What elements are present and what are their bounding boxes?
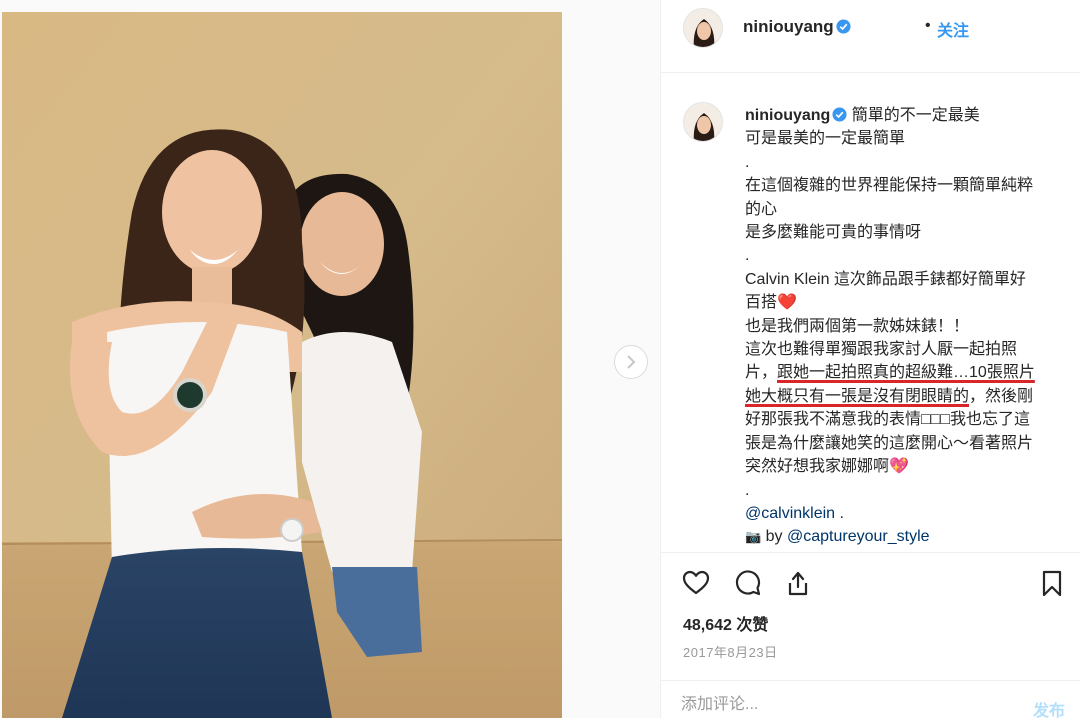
caption-line: @calvinklein .	[745, 502, 1065, 525]
photo-pane	[0, 0, 660, 718]
caption-line: 可是最美的一定最簡單	[745, 130, 906, 148]
like-count[interactable]: 48,642 次赞	[683, 611, 768, 635]
chevron-right-icon	[627, 355, 636, 369]
post-comment-button[interactable]: 发布	[1033, 697, 1065, 721]
caption-line: 張是為什麼讓她笑的這麼開心～看著照片	[745, 434, 1034, 452]
red-heart-emoji: ❤️	[777, 294, 797, 312]
caption-line: 百搭❤️	[745, 291, 1065, 314]
avatar-image	[684, 9, 722, 47]
caption-line: 突然好想我家娜娜啊💖	[745, 455, 1065, 478]
post-photo[interactable]	[2, 12, 562, 718]
follow-separator: •	[925, 17, 931, 34]
comment-button[interactable]	[731, 566, 765, 600]
caption-line: 📷 by @captureyour_style	[745, 525, 1065, 548]
caption-line: 的心	[745, 200, 778, 218]
caption-avatar-image	[684, 103, 722, 141]
caption-line: Calvin Klein 這次飾品跟手錶都好簡單好	[745, 270, 1026, 288]
next-photo-button[interactable]	[614, 345, 648, 379]
mention-link[interactable]: @calvinklein	[745, 505, 835, 522]
highlighted-text: 她大概只有一張是沒有閉眼睛的	[745, 387, 970, 405]
caption-line: .	[745, 247, 750, 265]
caption-text: 百搭	[745, 294, 778, 312]
heart-icon	[682, 570, 710, 595]
comment-icon	[735, 570, 761, 596]
caption-line: 她大概只有一張是沒有閉眼睛的，然後剛	[745, 385, 1065, 408]
caption-text: .	[835, 504, 844, 522]
verified-badge-icon	[832, 107, 847, 122]
divider	[661, 680, 1080, 681]
verified-badge-icon	[836, 19, 851, 34]
caption-line: .	[745, 481, 750, 499]
camera-emoji: 📷	[745, 529, 762, 545]
caption-line: .	[745, 153, 750, 171]
post-panel: niniouyang • 关注 niniouyang 簡單的不一定最美 可是最美…	[660, 0, 1080, 721]
post-photo-image	[2, 12, 562, 718]
share-button[interactable]	[781, 566, 815, 600]
caption-avatar[interactable]	[683, 102, 723, 142]
caption-text: ，然後剛	[969, 387, 1034, 405]
avatar[interactable]	[683, 8, 723, 48]
divider	[661, 552, 1080, 553]
comment-input[interactable]	[681, 692, 981, 718]
caption-text: 片，	[745, 364, 778, 382]
follow-button[interactable]: 关注	[937, 17, 969, 41]
caption-line: 片，跟她一起拍照真的超級難…10張照片	[745, 361, 1065, 384]
caption-username[interactable]: niniouyang	[745, 107, 830, 124]
caption-line: 這次也難得單獨跟我家討人厭一起拍照	[745, 341, 1018, 359]
sparkling-heart-emoji: 💖	[889, 458, 909, 476]
caption-text: 突然好想我家娜娜啊	[745, 458, 890, 476]
header-username[interactable]: niniouyang	[743, 17, 834, 36]
post-date[interactable]: 2017年8月23日	[683, 642, 778, 661]
credit-link[interactable]: @captureyour_style	[787, 528, 930, 545]
caption-line: 也是我們兩個第一款姊妹錶！！	[745, 317, 970, 335]
bookmark-icon	[1042, 570, 1062, 597]
caption-line: 在這個複雜的世界裡能保持一顆簡單純粹	[745, 177, 1034, 195]
post-header: niniouyang • 关注	[661, 0, 1080, 73]
share-icon	[788, 571, 808, 596]
caption-text: by	[761, 528, 787, 546]
highlighted-text: 跟她一起拍照真的超級難…10張照片	[777, 364, 1035, 382]
header-username-row: niniouyang	[743, 17, 851, 37]
caption-line: 是多麼難能可貴的事情呀	[745, 224, 922, 242]
caption-line: 好那張我不滿意我的表情□□□我也忘了這	[745, 411, 1030, 429]
save-button[interactable]	[1035, 566, 1069, 600]
post-caption: niniouyang 簡單的不一定最美 可是最美的一定最簡單 . 在這個複雜的世…	[745, 104, 1065, 549]
caption-text: 簡單的不一定最美	[851, 107, 980, 124]
like-button[interactable]	[679, 566, 713, 600]
caption-line: niniouyang 簡單的不一定最美	[745, 104, 1065, 127]
